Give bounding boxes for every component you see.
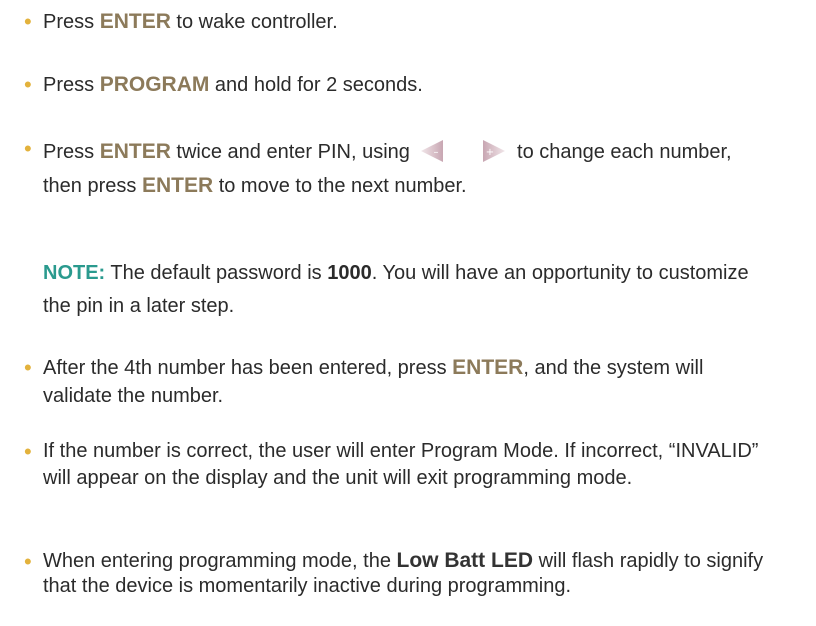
- item-text: Press PROGRAM and hold for 2 seconds.: [43, 71, 773, 99]
- keyword-enter: ENTER: [99, 140, 171, 163]
- keyword-enter: ENTER: [99, 10, 171, 33]
- default-pin: 1000: [327, 262, 372, 284]
- low-batt-led-label: Low Batt LED: [396, 549, 534, 572]
- svg-text:+: +: [486, 147, 494, 158]
- left-arrow-minus-icon: –: [419, 138, 445, 164]
- bullet-icon: •: [24, 439, 32, 464]
- item-text: If the number is correct, the user will …: [43, 440, 759, 489]
- item-text: When entering programming mode, the Low …: [43, 548, 773, 599]
- svg-text:–: –: [434, 147, 439, 158]
- item-text: Press ENTER twice and enter PIN, using –…: [43, 135, 773, 203]
- bullet-icon: •: [24, 136, 32, 161]
- item-text-mid: twice and enter PIN, using: [170, 141, 416, 163]
- item-text-pre: When entering programming mode, the: [43, 550, 397, 572]
- keyword-enter: ENTER: [452, 356, 524, 379]
- item-text-pre: After the 4th number has been entered, p…: [43, 357, 453, 379]
- item-text-pre: Press: [43, 11, 100, 33]
- bullet-icon: •: [24, 72, 32, 97]
- item-text: Press ENTER to wake controller.: [43, 8, 773, 36]
- bullet-icon: •: [24, 355, 32, 380]
- item-text-pre: Press: [43, 141, 100, 163]
- note-label: NOTE:: [43, 262, 106, 284]
- keyword-program: PROGRAM: [99, 73, 210, 96]
- note-paragraph: NOTE: The default password is 1000. You …: [43, 257, 773, 323]
- item-text-pre: Press: [43, 74, 100, 96]
- item-text-post: to wake controller.: [170, 11, 338, 33]
- bullet-icon: •: [24, 9, 32, 34]
- item-text-post: and hold for 2 seconds.: [209, 74, 423, 96]
- note-text: The default password is: [105, 262, 328, 284]
- keyword-enter: ENTER: [141, 174, 214, 197]
- item-text: After the 4th number has been entered, p…: [43, 354, 773, 410]
- bullet-icon: •: [24, 549, 32, 574]
- right-arrow-plus-icon: +: [481, 138, 507, 164]
- item-text-end: to move to the next number.: [213, 175, 467, 197]
